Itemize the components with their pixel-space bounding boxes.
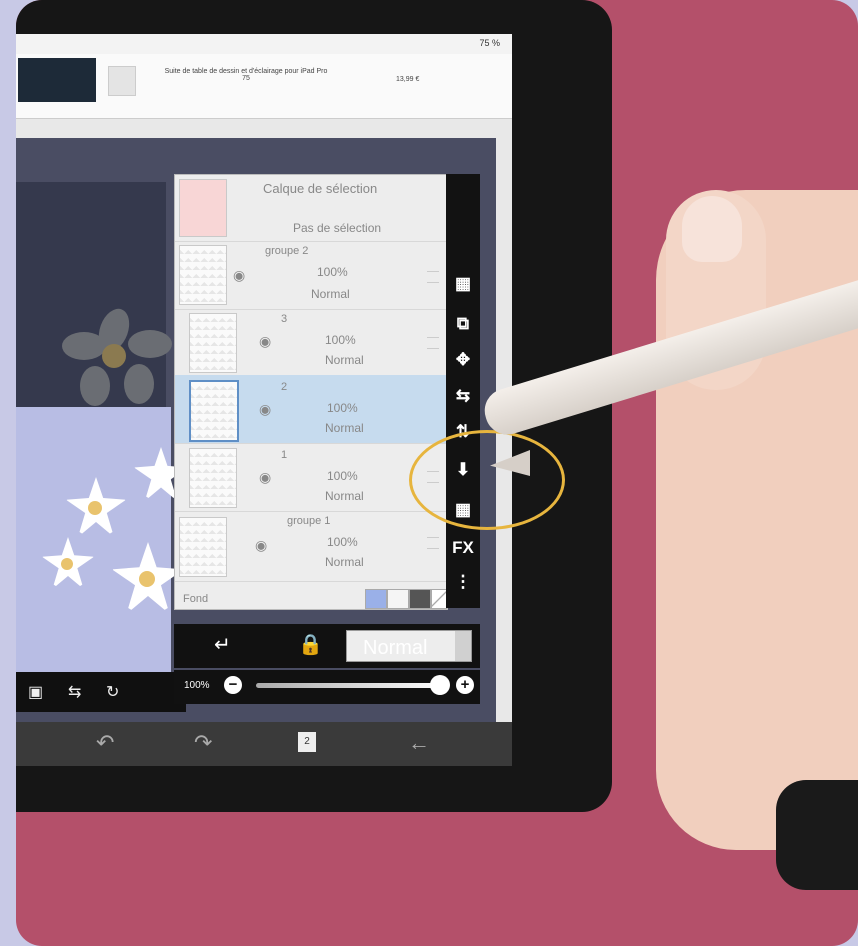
layer-opacity: 100%	[327, 401, 358, 415]
status-bar: 75 %	[16, 34, 512, 54]
layer-name: 2	[281, 381, 288, 393]
artwork-light[interactable]	[16, 407, 188, 672]
flower-gray	[62, 304, 172, 408]
blend-mode-select[interactable]: Normal	[346, 630, 472, 662]
layer-row[interactable]: ◉ 3 100% Normal	[175, 309, 447, 376]
visibility-eye-icon[interactable]: ◉	[233, 267, 245, 284]
selection-layer[interactable]: Calque de sélection Pas de sélection	[175, 175, 447, 242]
tablet-screen: 75 % Suite de table de dessin et d'éclai…	[16, 34, 512, 766]
drag-handle-icon[interactable]	[427, 537, 439, 549]
layer-opacity: 100%	[325, 333, 356, 347]
layer-row[interactable]: ◉ groupe 1 100% Normal	[175, 511, 447, 582]
copy-layer-icon[interactable]: ⧉	[446, 314, 480, 334]
ad-image	[18, 58, 96, 102]
fx-button[interactable]: FX	[446, 538, 480, 558]
background-row[interactable]: Fond	[175, 585, 447, 609]
selection-layer-status: Pas de sélection	[293, 221, 382, 235]
background-label: Fond	[183, 593, 209, 605]
artwork-dark[interactable]	[16, 182, 172, 408]
blend-mode-value: Normal	[363, 637, 428, 659]
layer-blend-mode: Normal	[325, 353, 364, 367]
layer-thumbnail	[179, 517, 227, 577]
layer-thumbnail	[189, 313, 237, 373]
layer-thumbnail	[189, 380, 239, 442]
opacity-bar: 100% − +	[174, 670, 480, 704]
layer-name: 3	[281, 313, 288, 325]
flip-horizontal-icon[interactable]: ⇆	[68, 682, 81, 702]
plus-button[interactable]: +	[456, 676, 474, 694]
ad-product-image	[108, 66, 136, 96]
layer-name: groupe 2	[265, 245, 309, 257]
ad-banner[interactable]: Suite de table de dessin et d'éclairage …	[16, 54, 512, 119]
layer-opacity: 100%	[327, 535, 358, 549]
layer-opacity: 100%	[327, 469, 358, 483]
wristwatch	[776, 780, 858, 890]
photo-frame: 75 % Suite de table de dessin et d'éclai…	[16, 0, 858, 946]
layer-thumbnail	[179, 245, 227, 305]
more-icon[interactable]: ⋮	[446, 572, 480, 592]
canvas-toolbar: ▣ ⇆ ↻	[16, 672, 186, 712]
layer-name: groupe 1	[287, 515, 331, 527]
ad-title: Suite de table de dessin et d'éclairage …	[164, 68, 328, 82]
layer-name: 1	[281, 449, 288, 461]
layer-row[interactable]: ◉ groupe 2 100% Normal	[175, 241, 447, 310]
slider-handle[interactable]	[430, 675, 450, 695]
checker-icon[interactable]: ▦	[446, 274, 480, 294]
chevron-down-icon	[455, 631, 471, 661]
visibility-eye-icon[interactable]: ◉	[255, 537, 267, 554]
camera-icon[interactable]: ▣	[28, 682, 43, 702]
background-swatch-white[interactable]	[387, 589, 409, 609]
lock-icon[interactable]: 🔒	[298, 632, 323, 657]
selection-layer-name: Calque de sélection	[263, 181, 378, 196]
drag-handle-icon[interactable]	[427, 337, 439, 349]
clip-arrow-icon[interactable]: ↵	[214, 632, 231, 657]
background-swatch-blue[interactable]	[365, 589, 387, 609]
visibility-eye-icon[interactable]: ◉	[259, 333, 271, 350]
layer-blend-mode: Normal	[325, 555, 364, 569]
layers-panel: Calque de sélection Pas de sélection ◉ g…	[174, 174, 448, 610]
flower-white-2	[42, 537, 94, 589]
page-indicator[interactable]: 2	[298, 732, 316, 752]
opacity-label: 100%	[184, 680, 210, 691]
selection-layer-thumbnail	[179, 179, 227, 237]
layer-thumbnail	[189, 448, 237, 508]
highlight-circle	[409, 430, 565, 530]
minus-button[interactable]: −	[224, 676, 242, 694]
layer-row[interactable]: ◉ 1 100% Normal	[175, 443, 447, 512]
back-arrow-icon[interactable]: ←	[408, 730, 430, 756]
opacity-slider[interactable]	[256, 683, 446, 688]
layer-row-selected[interactable]: ◉ 2 100% Normal	[175, 375, 447, 444]
drag-handle-icon[interactable]	[427, 271, 439, 283]
layer-blend-mode: Normal	[325, 489, 364, 503]
visibility-eye-icon[interactable]: ◉	[259, 401, 271, 418]
undo-icon[interactable]: ↶	[96, 730, 114, 756]
move-icon[interactable]: ✥	[446, 350, 480, 370]
fingernail	[682, 196, 742, 262]
layer-blend-mode: Normal	[311, 287, 350, 301]
layer-opacity: 100%	[317, 265, 348, 279]
background-swatch-checker[interactable]	[409, 589, 431, 609]
background-swatch-none[interactable]	[431, 589, 447, 609]
flower-white-1	[66, 477, 126, 537]
layer-actions-bar: ↵ 🔒 Normal	[174, 624, 480, 668]
flip-icon[interactable]: ⇆	[446, 386, 480, 406]
rotate-icon[interactable]: ↻	[106, 682, 119, 702]
battery-indicator: 75 %	[479, 38, 500, 48]
ad-price: 13,99 €	[396, 76, 420, 83]
bottom-nav: ↶ ↷ 2 ←	[16, 722, 512, 766]
redo-icon[interactable]: ↷	[194, 730, 212, 756]
layer-blend-mode: Normal	[325, 421, 364, 435]
visibility-eye-icon[interactable]: ◉	[259, 469, 271, 486]
layer-side-toolbar: ▦ ⧉ ✥ ⇆ ⇅ ⬇ ▦ FX ⋮	[446, 174, 480, 608]
